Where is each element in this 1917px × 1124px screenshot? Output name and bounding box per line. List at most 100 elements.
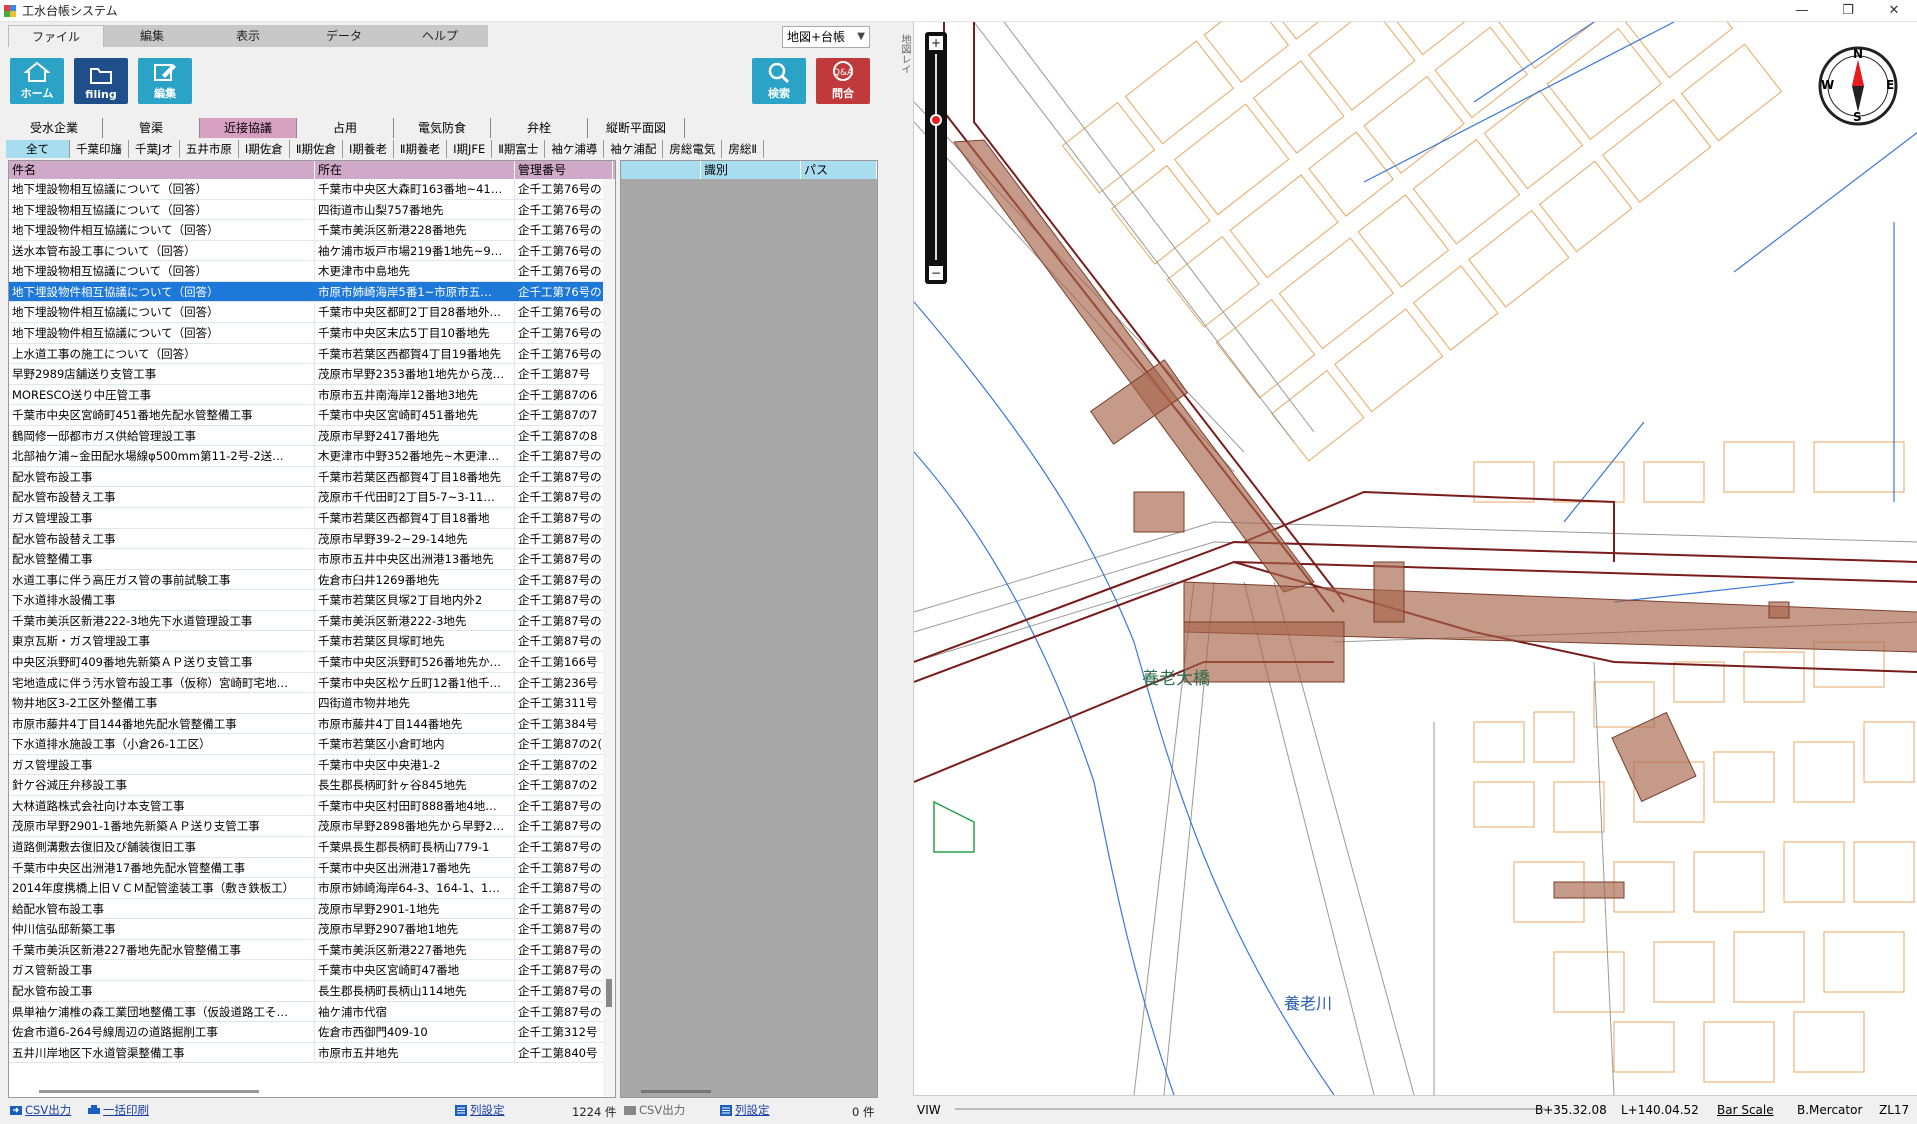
subtab-all[interactable]: 全て [6, 140, 70, 158]
table-row[interactable]: 茂原市早野2901-1番地先新築ＡＰ送り支管工事 茂原市早野2898番地先から早野… [9, 816, 615, 837]
subtab-item[interactable]: Ⅰ期JFE [447, 140, 493, 158]
subtab-item[interactable]: 袖ケ浦配 [604, 140, 664, 158]
tab-pipes[interactable]: 管渠 [103, 118, 200, 138]
close-button[interactable]: ✕ [1871, 0, 1917, 22]
subtab-item[interactable]: 房総Ⅱ [722, 140, 765, 158]
status-scrollbar[interactable] [955, 1108, 1545, 1110]
subtab-item[interactable]: Ⅱ期富士 [492, 140, 546, 158]
projection-select[interactable]: B.Mercator [1797, 1103, 1862, 1117]
filing-button[interactable]: filing [74, 58, 128, 104]
menu-file[interactable]: ファイル [8, 25, 104, 47]
subtab-item[interactable]: Ⅱ期佐倉 [290, 140, 343, 158]
table-row[interactable]: 針ケ谷減圧弁移設工事 長生郡長柄町針ヶ谷845地先 企千工第87の2 [9, 775, 615, 796]
tab-water-users[interactable]: 受水企業 [6, 118, 103, 138]
table-row[interactable]: 上水道工事の施工について（回答） 千葉市若葉区西都賀4丁目19番地先 企千工第76号… [9, 343, 615, 365]
view-mode-select[interactable]: 地図+台帳 ▼ [782, 26, 870, 48]
batch-print-link[interactable]: 一括印刷 [88, 1102, 149, 1118]
table-row[interactable]: 物井地区3-2工区外整備工事 四街道市物井地先 企千工第311号 [9, 693, 615, 714]
table-row[interactable]: 鶴岡修一邸都市ガス供給管理設工事 茂原市早野2417番地先 企千工第87の8 [9, 425, 615, 447]
tab-valves[interactable]: 弁栓 [491, 118, 588, 138]
table-row[interactable]: 配水管布設替え工事 茂原市早野39-2~29-14地先 企千工第87号の [9, 528, 615, 550]
column-header-id[interactable]: 識別 [701, 161, 801, 179]
table-row[interactable]: 仲川信弘邸新築工事 茂原市早野2907番地1地先 企千工第87号の [9, 919, 615, 940]
table-row[interactable]: 給配水管布設工事 茂原市早野2901-1地先 企千工第87号の [9, 898, 615, 920]
column-header-path[interactable]: パス [801, 161, 877, 179]
table-row[interactable]: ガス管新設工事 千葉市中央区宮崎町47番地 企千工第87号の [9, 960, 615, 981]
zoom-slider[interactable]: + − [925, 32, 947, 284]
vertical-scrollbar[interactable] [603, 179, 615, 1097]
menu-data[interactable]: データ [296, 25, 392, 47]
subtab-item[interactable]: 房総電気 [663, 140, 723, 158]
right-column-settings-link[interactable]: 列設定 [720, 1102, 770, 1118]
table-row[interactable]: 配水管整備工事 市原市五井中央区出洲港13番地先 企千工第87号の [9, 549, 615, 570]
tab-occupancy[interactable]: 占用 [297, 118, 394, 138]
subtab-item[interactable]: 千葉Jオ [129, 140, 180, 158]
table-row[interactable]: 宅地造成に伴う汚水管布設工事（仮称）宮崎町宅地… 千葉市中央区松ケ丘町12番1他千… [9, 672, 615, 694]
column-header-title[interactable]: 件名 [9, 161, 315, 179]
subtab-item[interactable]: 千葉印旛 [70, 140, 129, 158]
table-row[interactable]: 千葉市中央区出洲港17番地先配水管整備工事 千葉市中央区出洲港17番地先 企千工第8… [9, 857, 615, 879]
restore-button[interactable]: ❐ [1825, 0, 1871, 22]
subtab-item[interactable]: Ⅰ期養老 [343, 140, 394, 158]
splitter[interactable] [880, 22, 913, 1124]
table-row[interactable]: 地下埋設物件相互協議について（回答） 千葉市美浜区新港228番地先 企千工第76号の [9, 220, 615, 241]
subtab-item[interactable]: 袖ケ浦導 [545, 140, 605, 158]
table-row[interactable]: 県単袖ケ浦椎の森工業団地整備工事（仮設道路工そ… 袖ケ浦市代宿 企千工第87号の [9, 1001, 615, 1023]
inquiry-button[interactable]: Q&A 問合 [816, 58, 870, 104]
table-row[interactable]: 地下埋設物件相互協議について（回答） 市原市姉崎海岸5番1~市原市五… 企千工第76… [9, 281, 615, 303]
menu-edit[interactable]: 編集 [104, 25, 200, 47]
table-row[interactable]: ガス管埋設工事 千葉市若葉区西都賀4丁目18番地 企千工第87号の [9, 508, 615, 529]
table-row[interactable]: 道路側溝敷去復旧及び舗装復旧工事 千葉県長生郡長柄町長柄山779-1 企千工第87号… [9, 837, 615, 858]
table-row[interactable]: 下水道排水施設工事（小倉26-1工区） 千葉市若葉区小倉町地内 企千工第87の2( [9, 734, 615, 755]
table-row[interactable]: 五井川岸地区下水道管渠整備工事 市原市五井地先 企千工第840号 [9, 1042, 615, 1064]
tab-corrosion-protection[interactable]: 電気防食 [394, 118, 491, 138]
table-row[interactable]: 2014年度携橋上旧ＶＣＭ配管塗装工事（敷き鉄板工） 市原市姉崎海岸64-3、16… [9, 878, 615, 899]
table-row[interactable]: 水道工事に伴う高圧ガス管の事前試験工事 佐倉市臼井1269番地先 企千工第87号の [9, 569, 615, 591]
tab-profile-drawings[interactable]: 縦断平面図 [588, 118, 685, 138]
column-header-location[interactable]: 所在 [315, 161, 515, 179]
table-row[interactable]: 大林道路株式会社向け本支管工事 千葉市中央区村田町888番地4地… 企千工第87号の [9, 795, 615, 817]
minimize-button[interactable]: — [1779, 0, 1825, 22]
zoom-in-button[interactable]: + [929, 36, 943, 50]
csv-export-link[interactable]: CSV出力 [10, 1102, 71, 1118]
table-row[interactable]: 千葉市美浜区新港222-3地先下水道管理設工事 千葉市美浜区新港222-3地先 企千… [9, 610, 615, 632]
table-row[interactable]: 千葉市美浜区新港227番地先配水管整備工事 千葉市美浜区新港227番地先 企千工第8… [9, 939, 615, 961]
table-row[interactable]: 地下埋設物件相互協議について（回答） 千葉市中央区末広5丁目10番地先 企千工第76… [9, 322, 615, 344]
table-row[interactable]: 北部袖ケ浦~金田配水場線φ500mm第11-2号-2送… 木更津市中野352番地先… [9, 446, 615, 467]
zoom-out-button[interactable]: − [929, 266, 943, 280]
subtab-item[interactable]: Ⅰ期佐倉 [239, 140, 290, 158]
horizontal-scrollbar[interactable] [39, 1090, 259, 1093]
edit-button[interactable]: 編集 [138, 58, 192, 104]
column-settings-link[interactable]: 列設定 [455, 1102, 505, 1118]
table-row[interactable]: 配水管布設工事 千葉市若葉区西都賀4丁目18番地先 企千工第87号の [9, 466, 615, 488]
column-header-number[interactable]: 管理番号 [515, 161, 613, 179]
map-view[interactable]: 養老大橋 養老川 [913, 22, 1917, 1095]
zoom-track[interactable] [935, 54, 937, 260]
menu-view[interactable]: 表示 [200, 25, 296, 47]
scale-select[interactable]: Bar Scale [1717, 1103, 1774, 1117]
table-row[interactable]: MORESCO送り中圧管工事 市原市五井南海岸12番地3地先 企千工第87の6 [9, 384, 615, 406]
table-row[interactable]: 東京瓦斯・ガス管埋設工事 千葉市若葉区貝塚町地先 企千工第87号の [9, 631, 615, 652]
table-row[interactable]: 地下埋設物件相互協議について（回答） 千葉市中央区都町2丁目28番地外… 企千工第7… [9, 302, 615, 323]
table-row[interactable]: 地下埋設物相互協議について（回答） 千葉市中央区大森町163番地~41… 企千工第7… [9, 179, 615, 200]
table-row[interactable]: 下水道排水設備工事 千葉市若葉区貝塚2丁目地内外2 企千工第87号の [9, 590, 615, 611]
table-row[interactable]: 中央区浜野町409番地先新築ＡＰ送り支管工事 千葉市中央区浜野町526番地先か… 企… [9, 651, 615, 673]
subtab-item[interactable]: Ⅱ期養老 [394, 140, 448, 158]
table-row[interactable]: 送水本管布設工事について（回答） 袖ケ浦市坂戸市場219番1地先~9… 企千工第76… [9, 240, 615, 262]
subtab-item[interactable]: 五井市原 [180, 140, 239, 158]
table-row[interactable]: ガス管埋設工事 千葉市中央区中央港1-2 企千工第87の2 [9, 754, 615, 776]
zoom-handle[interactable] [930, 114, 942, 126]
search-button[interactable]: 検索 [752, 58, 806, 104]
table-row[interactable]: 市原市藤井4丁目144番地先配水管整備工事 市原市藤井4丁目144番地先 企千工第3… [9, 713, 615, 735]
table-row[interactable]: 配水管布設替え工事 茂原市千代田町2丁目5-7~3-11… 企千工第87号の [9, 487, 615, 508]
table-row[interactable]: 早野2989店舗送り支管工事 茂原市早野2353番地1地先から茂… 企千工第87号 [9, 364, 615, 385]
home-button[interactable]: ホーム [10, 58, 64, 104]
table-row[interactable]: 佐倉市道6-264号線周辺の道路掘削工事 佐倉市西御門409-10 企千工第312号 [9, 1022, 615, 1043]
tab-proximity-consultation[interactable]: 近接協議 [200, 118, 297, 138]
table-row[interactable]: 地下埋設物相互協議について（回答） 木更津市中島地先 企千工第76号の [9, 261, 615, 282]
file-table-scrollbar[interactable] [641, 1090, 711, 1093]
table-row[interactable]: 配水管布設工事 長生郡長柄町長柄山114地先 企千工第87号の [9, 980, 615, 1002]
right-csv-export-button[interactable]: CSV出力 [624, 1102, 685, 1118]
table-row[interactable]: 地下埋設物相互協議について（回答） 四街道市山梨757番地先 企千工第76号の [9, 199, 615, 221]
table-row[interactable]: 千葉市中央区宮崎町451番地先配水管整備工事 千葉市中央区宮崎町451番地先 企千工… [9, 405, 615, 426]
